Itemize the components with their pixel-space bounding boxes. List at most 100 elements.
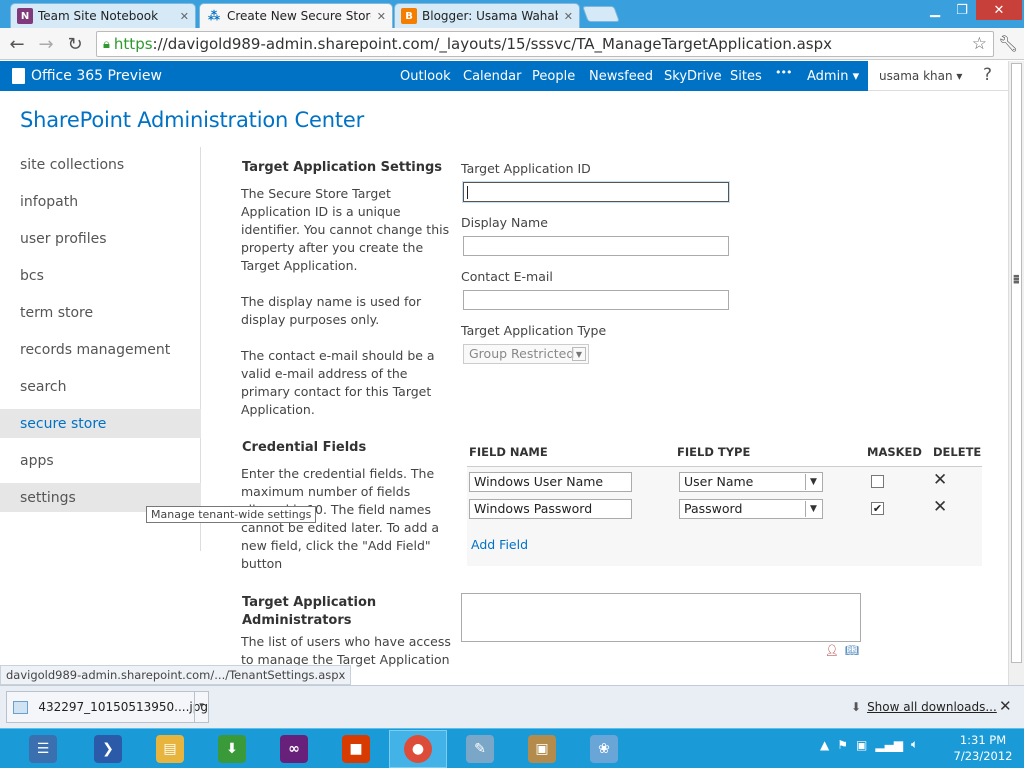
clock-time: 1:31 PM xyxy=(959,733,1007,747)
suite-link-calendar[interactable]: Calendar xyxy=(463,69,521,84)
tab-blogger[interactable]: B Blogger: Usama Wahab Kh ✕ xyxy=(394,3,580,28)
desc-line: Enter the credential fields. The xyxy=(241,466,435,481)
page-scrollbar[interactable]: ▬ ▬ ▬ xyxy=(1008,61,1024,685)
masked-checkbox[interactable]: ✔ xyxy=(871,502,884,515)
file-explorer-icon[interactable]: ▤ xyxy=(141,730,199,768)
logo-text: Office 365 Preview xyxy=(31,68,162,84)
suite-more-ellipsis[interactable]: ••• xyxy=(775,66,792,79)
back-icon[interactable]: ← xyxy=(6,32,28,56)
tab-team-site-notebook[interactable]: N Team Site Notebook ✕ xyxy=(10,3,196,28)
nav-user-profiles[interactable]: user profiles xyxy=(0,224,201,253)
package-installer-icon[interactable]: ▣ xyxy=(513,730,571,768)
settings-heading: Target Application Settings xyxy=(242,160,443,175)
suite-link-outlook[interactable]: Outlook xyxy=(400,69,451,84)
downloads-shelf: 432297_10150513950....jpg ▾ ⬇ Show all do… xyxy=(0,685,1024,728)
nav-records-management[interactable]: records management xyxy=(0,335,201,364)
minimize-icon[interactable]: ▁ xyxy=(922,0,948,20)
tab-title: Team Site Notebook xyxy=(38,9,159,23)
new-tab-button[interactable] xyxy=(582,6,620,22)
suite-link-skydrive[interactable]: SkyDrive xyxy=(664,69,722,84)
heading-line: Target Application xyxy=(242,595,377,610)
chevron-down-icon: ▼ xyxy=(805,501,821,517)
nav-term-store[interactable]: term store xyxy=(0,298,201,327)
heading-line: Administrators xyxy=(242,613,352,628)
visual-studio-icon[interactable]: ∞ xyxy=(265,730,323,768)
delete-icon[interactable]: ✕ xyxy=(933,497,947,517)
powershell-icon[interactable]: ❯ xyxy=(79,730,137,768)
system-clock[interactable]: 1:31 PM 7/23/2012 xyxy=(950,732,1016,764)
scrollbar-thumb[interactable] xyxy=(1011,63,1022,663)
office365-logo[interactable]: Office 365 Preview xyxy=(12,68,162,84)
help-icon[interactable]: ? xyxy=(983,65,992,85)
field-type-select[interactable]: Password ▼ xyxy=(679,499,823,519)
download-item[interactable]: 432297_10150513950....jpg ▾ xyxy=(6,691,209,723)
app-id-label: Target Application ID xyxy=(461,161,591,176)
paint-icon[interactable]: ❀ xyxy=(575,730,633,768)
suite-link-admin[interactable]: Admin ▾ xyxy=(807,69,859,84)
show-all-downloads-link[interactable]: ⬇ Show all downloads... xyxy=(851,700,997,714)
close-window-icon[interactable]: ✕ xyxy=(976,0,1022,20)
nav-bcs[interactable]: bcs xyxy=(0,261,201,290)
sharepoint-people-icon: ⁂ xyxy=(207,9,221,23)
restore-icon[interactable]: ❐ xyxy=(949,0,975,20)
close-tab-icon[interactable]: ✕ xyxy=(377,10,386,23)
browse-directory-icon[interactable]: 📖︎ xyxy=(845,644,859,657)
field-name-input[interactable]: Windows Password xyxy=(469,499,632,519)
wrench-menu-icon[interactable]: 🔧︎ xyxy=(998,34,1018,54)
nav-infopath[interactable]: infopath xyxy=(0,187,201,216)
volume-icon[interactable]: 🔈︎ xyxy=(911,737,918,752)
action-center-icon[interactable]: ⚑ xyxy=(837,738,848,752)
field-type-select[interactable]: User Name ▼ xyxy=(679,472,823,492)
nav-site-collections[interactable]: site collections xyxy=(0,150,201,179)
notes-icon[interactable]: ✎ xyxy=(451,730,509,768)
nav-apps[interactable]: apps xyxy=(0,446,201,475)
bookmark-star-icon[interactable]: ☆ xyxy=(972,34,987,54)
display-name-input[interactable] xyxy=(463,236,729,256)
download-menu-chevron-icon[interactable]: ▾ xyxy=(194,692,208,722)
download-filename: 432297_10150513950....jpg xyxy=(38,700,208,714)
contact-email-label: Contact E-mail xyxy=(461,269,553,284)
tab-create-secure-store[interactable]: ⁂ Create New Secure Store T ✕ xyxy=(199,3,393,28)
check-names-icon[interactable]: 👤︎ xyxy=(825,644,839,657)
tab-title: Blogger: Usama Wahab Kh xyxy=(422,9,558,23)
add-field-link[interactable]: Add Field xyxy=(471,537,528,552)
nav-secure-store[interactable]: secure store xyxy=(0,409,201,438)
field-name-input[interactable]: Windows User Name xyxy=(469,472,632,492)
masked-checkbox[interactable] xyxy=(871,475,884,488)
administrators-people-picker[interactable] xyxy=(461,593,861,642)
close-tab-icon[interactable]: ✕ xyxy=(564,10,573,23)
page-title[interactable]: SharePoint Administration Center xyxy=(20,108,364,132)
user-menu[interactable]: usama khan ▾ ? xyxy=(868,61,1008,91)
download-arrow-icon: ⬇ xyxy=(851,700,862,714)
nav-search[interactable]: search xyxy=(0,372,201,401)
office-icon[interactable]: ■ xyxy=(327,730,385,768)
lock-icon: 🔒︎ xyxy=(103,36,110,52)
user-name: usama khan ▾ xyxy=(879,68,963,83)
server-manager-icon[interactable]: ☰ xyxy=(14,730,72,768)
suite-link-sites[interactable]: Sites xyxy=(730,69,762,84)
network-status-icon[interactable]: ▣ xyxy=(856,738,867,752)
close-downloads-icon[interactable]: ✕ xyxy=(999,697,1012,715)
forward-icon[interactable]: → xyxy=(35,32,57,56)
app-type-select[interactable]: Group Restricted ▼ xyxy=(463,344,589,364)
desc-line: The list of users who have access xyxy=(241,634,451,649)
settings-desc-display: The display name is used for display pur… xyxy=(241,293,421,329)
reload-icon[interactable]: ↻ xyxy=(64,32,86,56)
col-field-name: FIELD NAME xyxy=(469,445,548,459)
address-bar[interactable]: 🔒︎ https ://davigold989-admin.sharepoint… xyxy=(96,31,994,57)
close-tab-icon[interactable]: ✕ xyxy=(180,10,189,23)
suite-link-people[interactable]: People xyxy=(532,69,575,84)
link-status-bar: davigold989-admin.sharepoint.com/.../Ten… xyxy=(0,665,352,685)
show-hidden-icons-icon[interactable]: ▲ xyxy=(820,738,829,752)
settings-desc-id: The Secure Store Target Application ID i… xyxy=(241,185,449,275)
delete-icon[interactable]: ✕ xyxy=(933,470,947,490)
download-manager-icon[interactable]: ⬇ xyxy=(203,730,261,768)
desc-line: Target Application. xyxy=(241,258,358,273)
desc-line: Application ID is a unique xyxy=(241,204,401,219)
suite-link-newsfeed[interactable]: Newsfeed xyxy=(589,69,653,84)
chrome-icon[interactable]: ● xyxy=(389,730,447,768)
scrollbar-grip-icon: ▬ ▬ ▬ xyxy=(1013,272,1020,286)
contact-email-input[interactable] xyxy=(463,290,729,310)
app-id-input[interactable] xyxy=(462,181,730,203)
signal-strength-icon[interactable]: ▂▄▆ xyxy=(875,738,903,752)
